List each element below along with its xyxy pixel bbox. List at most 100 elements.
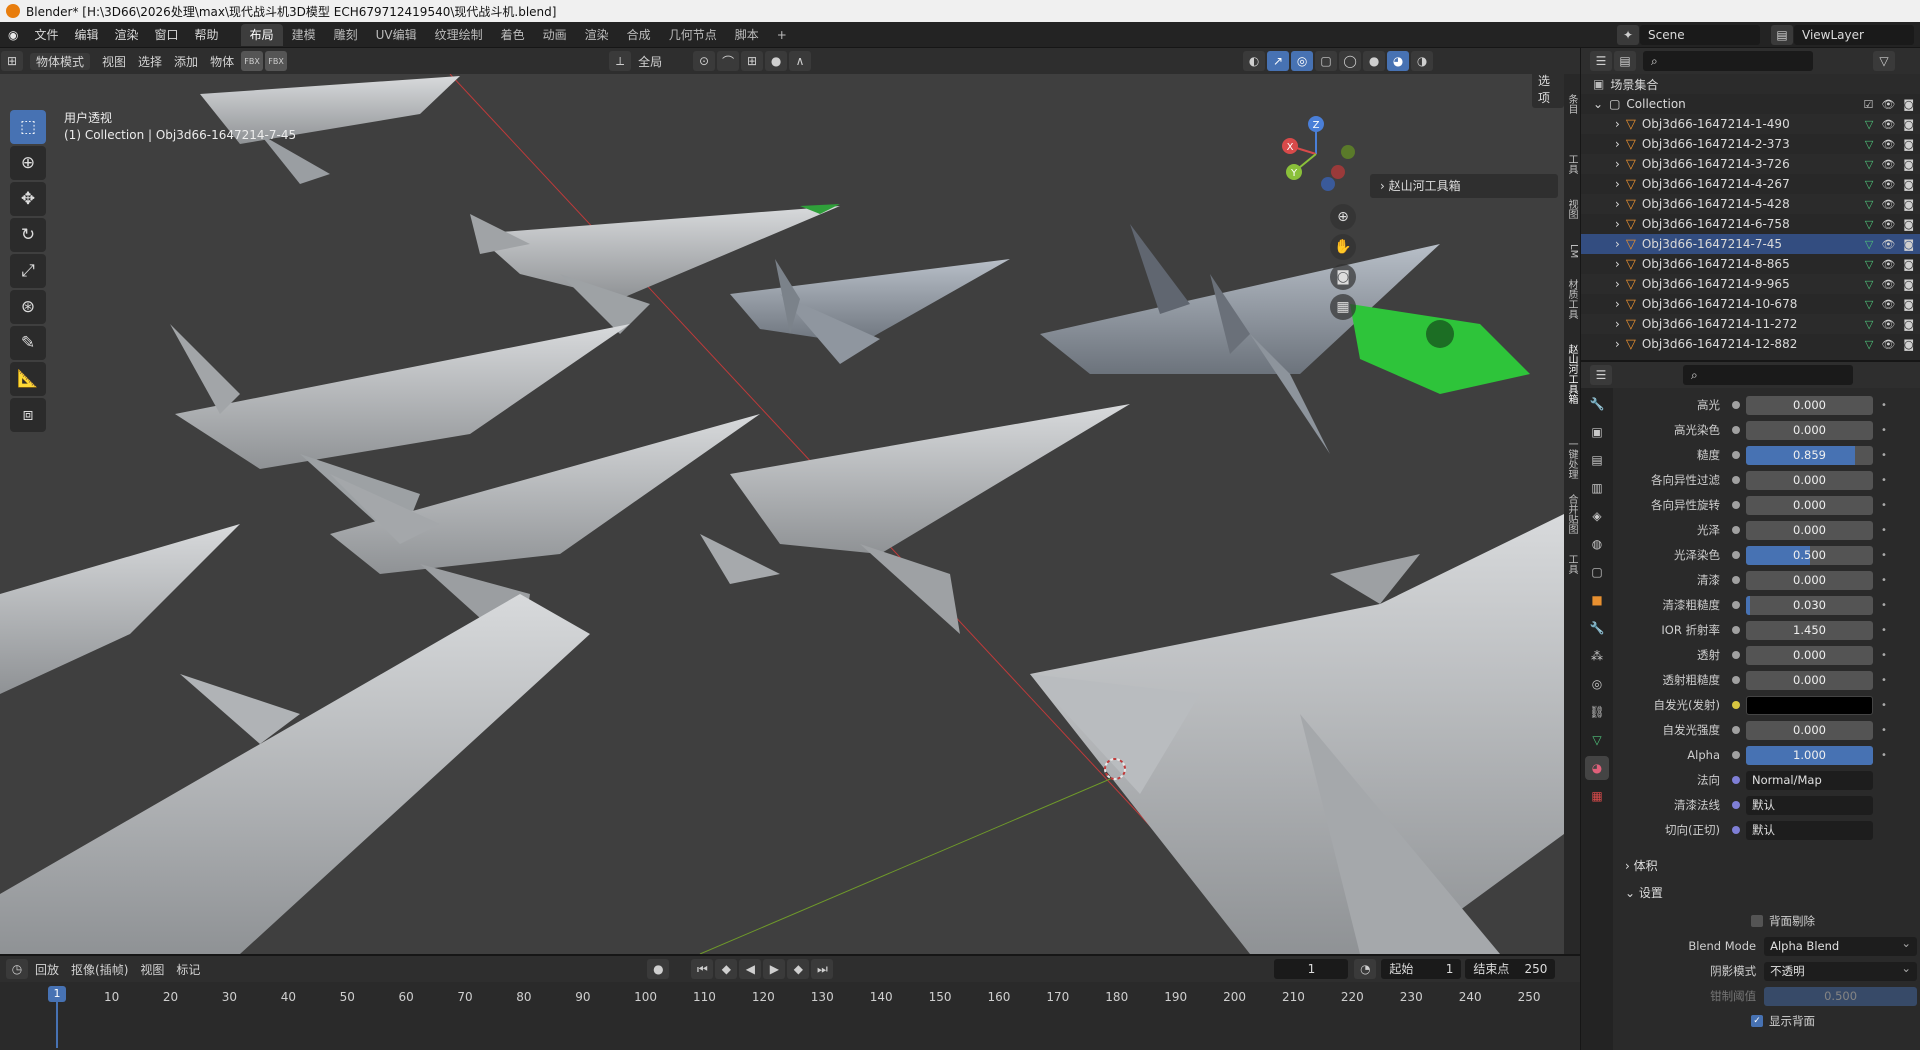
timeline-view-menu[interactable]: 视图 (134, 961, 170, 978)
filter-icon[interactable]: ▽ (1873, 51, 1895, 71)
socket-dot-icon[interactable] (1732, 451, 1740, 459)
normal-link-field[interactable]: Normal/Map (1746, 770, 1873, 790)
outliner-object-row-active[interactable]: › ▽ Obj3d66-1647214-7-45 ▽ 👁 ◙ (1581, 234, 1920, 254)
outliner-object-row[interactable]: › ▽ Obj3d66-1647214-10-678 ▽ 👁 ◙ (1581, 294, 1920, 314)
keying-menu[interactable]: 抠像(插帧) (65, 961, 134, 978)
shadow-mode-dropdown[interactable]: 不透明 (1764, 959, 1917, 981)
scene-collection-row[interactable]: ▣ 场景集合 (1581, 74, 1920, 94)
socket-dot-icon[interactable] (1732, 751, 1740, 759)
view-layer-properties-icon[interactable]: ▥ (1585, 476, 1609, 500)
data-properties-icon[interactable]: ▽ (1585, 728, 1609, 752)
npanel-toolbox-header[interactable]: › 赵山河工具箱 (1370, 174, 1558, 198)
side-tab-lm[interactable]: LM (1565, 244, 1579, 258)
wireframe-shading-icon[interactable]: ◯ (1339, 51, 1362, 71)
menu-file[interactable]: 文件 (26, 26, 66, 43)
keyframe-dot-icon[interactable]: • (1881, 625, 1887, 636)
menu-edit[interactable]: 编辑 (67, 26, 107, 43)
eye-icon[interactable]: 👁 (1881, 318, 1895, 331)
clip-threshold-slider[interactable]: 0.500 (1764, 986, 1917, 1006)
eye-icon[interactable]: 👁 (1881, 218, 1895, 231)
world-properties-icon[interactable]: ◍ (1585, 532, 1609, 556)
properties-search-input[interactable]: ⌕ (1683, 365, 1853, 385)
workspace-tab-compositing[interactable]: 合成 (618, 24, 660, 46)
camera-icon[interactable]: ◙ (1903, 238, 1914, 251)
workspace-tab-layout[interactable]: 布局 (240, 23, 283, 46)
playhead-indicator[interactable]: 1 (48, 986, 66, 1002)
outliner-object-row[interactable]: › ▽ Obj3d66-1647214-9-965 ▽ 👁 ◙ (1581, 274, 1920, 294)
editor-type-icon[interactable]: ⊞ (1, 51, 23, 71)
proportional-editing-icon[interactable]: ● (765, 51, 788, 71)
menu-help[interactable]: 帮助 (187, 26, 227, 43)
next-keyframe-icon[interactable]: ◆ (787, 959, 810, 979)
settings-section-header[interactable]: ⌄ 设置 (1617, 882, 1917, 904)
pan-hand-icon[interactable]: ✋ (1330, 234, 1356, 260)
workspace-tab-animation[interactable]: 动画 (534, 24, 576, 46)
socket-dot-icon[interactable] (1732, 601, 1740, 609)
prop-slider[interactable]: 0.500 (1746, 545, 1873, 565)
fbx-import-icon[interactable]: FBX (241, 51, 264, 71)
eye-icon[interactable]: 👁 (1881, 278, 1895, 291)
eye-icon[interactable]: 👁 (1881, 178, 1895, 191)
socket-dot-icon[interactable] (1732, 701, 1740, 709)
camera-icon[interactable]: ◙ (1903, 178, 1914, 191)
keyframe-dot-icon[interactable]: • (1881, 750, 1887, 761)
prop-slider[interactable]: 0.000 (1746, 495, 1873, 515)
transform-orientation-icon[interactable]: ⟂ (609, 51, 632, 71)
object-mode-dropdown[interactable]: 物体模式 (30, 52, 91, 70)
expand-icon[interactable]: › (1615, 297, 1620, 311)
camera-icon[interactable]: ◙ (1903, 318, 1914, 331)
camera-icon[interactable]: ◙ (1903, 298, 1914, 311)
modifier-properties-icon[interactable]: 🔧 (1585, 616, 1609, 640)
collection-row[interactable]: ⌄ ▢ Collection ☑ 👁 ◙ (1581, 94, 1920, 114)
options-button[interactable]: 选项 (1532, 74, 1564, 108)
menu-window[interactable]: 窗口 (147, 26, 187, 43)
measure-tool-icon[interactable]: 📐 (10, 362, 46, 396)
outliner-object-row[interactable]: › ▽ Obj3d66-1647214-4-267 ▽ 👁 ◙ (1581, 174, 1920, 194)
expand-icon[interactable]: › (1615, 237, 1620, 251)
outliner-object-row[interactable]: › ▽ Obj3d66-1647214-3-726 ▽ 👁 ◙ (1581, 154, 1920, 174)
add-menu[interactable]: 添加 (168, 53, 204, 70)
emission-color-swatch[interactable] (1746, 695, 1873, 715)
side-tab-material-tools[interactable]: 材质工具 (1565, 279, 1579, 319)
prop-slider[interactable]: 0.000 (1746, 520, 1873, 540)
camera-icon[interactable]: ◙ (1903, 158, 1914, 171)
expand-icon[interactable]: › (1615, 277, 1620, 291)
xray-toggle-icon[interactable]: ▢ (1315, 51, 1338, 71)
keyframe-dot-icon[interactable]: • (1881, 675, 1887, 686)
expand-icon[interactable]: › (1615, 137, 1620, 151)
keyframe-dot-icon[interactable]: • (1881, 450, 1887, 461)
visibility-icon[interactable]: ◐ (1243, 51, 1266, 71)
add-cube-tool-icon[interactable]: ⧈ (10, 398, 46, 432)
particles-properties-icon[interactable]: ⁂ (1585, 644, 1609, 668)
prop-slider[interactable]: 0.000 (1746, 670, 1873, 690)
3d-viewport[interactable]: 用户透视 (1) Collection | Obj3d66-1647214-7-… (0, 74, 1564, 954)
expand-icon[interactable]: › (1615, 117, 1620, 131)
outliner-object-row[interactable]: › ▽ Obj3d66-1647214-12-882 ▽ 👁 ◙ (1581, 334, 1920, 354)
expand-icon[interactable]: › (1615, 157, 1620, 171)
socket-dot-icon[interactable] (1732, 401, 1740, 409)
rotate-tool-icon[interactable]: ↻ (10, 218, 46, 252)
playback-menu[interactable]: 回放 (29, 961, 65, 978)
side-tab-zhao-toolbox[interactable]: 赵山河工具箱 (1565, 344, 1579, 404)
eye-icon[interactable]: 👁 (1881, 258, 1895, 271)
socket-dot-icon[interactable] (1732, 676, 1740, 684)
expand-icon[interactable]: › (1615, 217, 1620, 231)
workspace-tab-modeling[interactable]: 建模 (283, 24, 325, 46)
outliner-object-row[interactable]: › ▽ Obj3d66-1647214-1-490 ▽ 👁 ◙ (1581, 114, 1920, 134)
expand-icon[interactable]: › (1615, 177, 1620, 191)
outliner-object-row[interactable]: › ▽ Obj3d66-1647214-11-272 ▽ 👁 ◙ (1581, 314, 1920, 334)
output-properties-icon[interactable]: ▤ (1585, 448, 1609, 472)
prop-slider[interactable]: 0.859 (1746, 445, 1873, 465)
socket-dot-icon[interactable] (1732, 626, 1740, 634)
prop-slider[interactable]: 0.000 (1746, 570, 1873, 590)
cursor-tool-icon[interactable]: ⊕ (10, 146, 46, 180)
prev-keyframe-icon[interactable]: ◆ (715, 959, 738, 979)
keyframe-dot-icon[interactable]: • (1881, 525, 1887, 536)
workspace-tab-sculpting[interactable]: 雕刻 (325, 24, 367, 46)
workspace-tab-rendering[interactable]: 渲染 (576, 24, 618, 46)
expand-icon[interactable]: › (1615, 257, 1620, 271)
properties-editor-icon[interactable]: ☰ (1590, 365, 1612, 385)
camera-icon[interactable]: ◙ (1903, 198, 1914, 211)
outliner-object-row[interactable]: › ▽ Obj3d66-1647214-5-428 ▽ 👁 ◙ (1581, 194, 1920, 214)
camera-icon[interactable]: ◙ (1903, 278, 1914, 291)
